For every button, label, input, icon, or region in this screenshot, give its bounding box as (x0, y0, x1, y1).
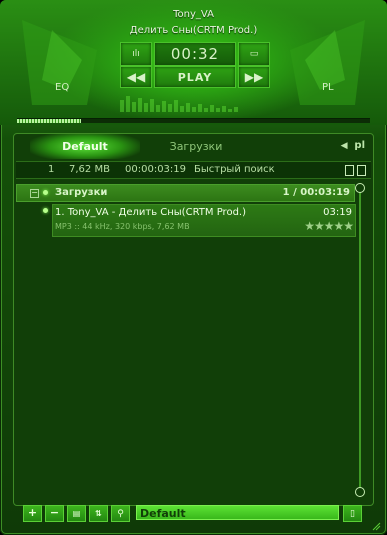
visualizer-button[interactable]: ılı (120, 42, 152, 66)
time-display[interactable]: 00:32 (154, 42, 236, 66)
total-duration: 00:00:03:19 (125, 164, 187, 175)
sort-icon: ⇅ (95, 509, 102, 518)
pl-menu-label[interactable]: pl (354, 140, 365, 151)
collapse-toggle[interactable]: − (30, 189, 39, 198)
scroll-top-knob[interactable] (355, 183, 365, 193)
total-size: 7,62 MB (69, 164, 110, 175)
track-title: Делить Сны(CRTM Prod.) (129, 25, 258, 36)
remove-button[interactable]: − (45, 505, 64, 522)
caret-left-icon[interactable]: ◀ (341, 141, 348, 151)
playlist-info-bar: 1 7,62 MB 00:00:03:19 Быстрый поиск (16, 161, 371, 179)
list-item[interactable]: 1. Tony_VA - Делить Сны(CRTM Prod.) 03:1… (52, 204, 356, 237)
track-name: 1. Tony_VA - Делить Сны(CRTM Prod.) (55, 207, 246, 218)
playlist-scrollbar[interactable] (354, 181, 366, 499)
playing-indicator-icon (43, 208, 48, 213)
quick-search[interactable]: Быстрый поиск (194, 162, 275, 178)
next-button[interactable]: ▶▶ (238, 66, 270, 88)
rating-stars[interactable]: ★★★★★ (304, 219, 354, 233)
sort-button[interactable]: ⇅ (89, 505, 108, 522)
player-window: Tony_VA Делить Сны(CRTM Prod.) ılı 00:32… (0, 0, 387, 535)
window-icon: ▭ (249, 49, 259, 59)
group-name: Загрузки (55, 187, 108, 198)
search-button[interactable]: ⚲ (111, 505, 130, 522)
eq-button[interactable]: EQ (55, 82, 69, 93)
playlist-panel: Default Загрузки ◀ pl 1 7,62 MB 00:00:03… (13, 133, 374, 506)
resize-grip-icon[interactable] (371, 521, 381, 531)
scroll-rail[interactable] (359, 191, 361, 489)
select-button[interactable]: ▤ (67, 505, 86, 522)
add-button[interactable]: + (23, 505, 42, 522)
playlist-list: − Загрузки 1 / 00:03:19 1. Tony_VA - Дел… (16, 181, 356, 501)
playlist-name-field[interactable]: Default (136, 505, 339, 520)
group-summary: 1 / 00:03:19 (282, 187, 350, 198)
track-meta: MP3 :: 44 kHz, 320 kbps, 7,62 MB (55, 222, 190, 231)
minimize-button[interactable]: ▭ (238, 42, 270, 66)
tab-default[interactable]: Default (30, 134, 140, 159)
track-duration: 03:19 (323, 207, 352, 218)
search-icon: ⚲ (117, 509, 124, 519)
playlist-tabs: Default Загрузки ◀ pl (14, 134, 373, 159)
track-count: 1 (48, 164, 55, 175)
bars-icon: ılı (132, 49, 140, 59)
scroll-bottom-knob[interactable] (355, 487, 365, 497)
tab-downloads[interactable]: Загрузки (146, 134, 246, 159)
artist-title: Tony_VA (173, 9, 214, 20)
playlist-menu-button[interactable]: ▯ (343, 505, 362, 522)
previous-button[interactable]: ◀◀ (120, 66, 152, 88)
rewind-icon: ◀◀ (126, 70, 146, 84)
group-header[interactable]: − Загрузки 1 / 00:03:19 (16, 184, 355, 202)
seek-bar[interactable] (17, 118, 370, 123)
spectrum-visualizer (120, 90, 268, 112)
play-button[interactable]: PLAY (154, 66, 236, 88)
list-icon: ▤ (72, 509, 81, 518)
tab-navigation[interactable]: ◀ pl (341, 140, 365, 151)
playlist-toggle-button[interactable]: PL (322, 82, 334, 93)
seek-progress (17, 119, 81, 123)
fast-forward-icon: ▶▶ (244, 70, 264, 84)
group-status-icon (43, 190, 48, 195)
playlist-toolbar: + − ▤ ⇅ ⚲ Default ▯ (13, 505, 374, 522)
page-icon: ▯ (350, 509, 355, 519)
page-icon[interactable] (357, 165, 366, 176)
bookmark-icon[interactable] (345, 165, 354, 176)
